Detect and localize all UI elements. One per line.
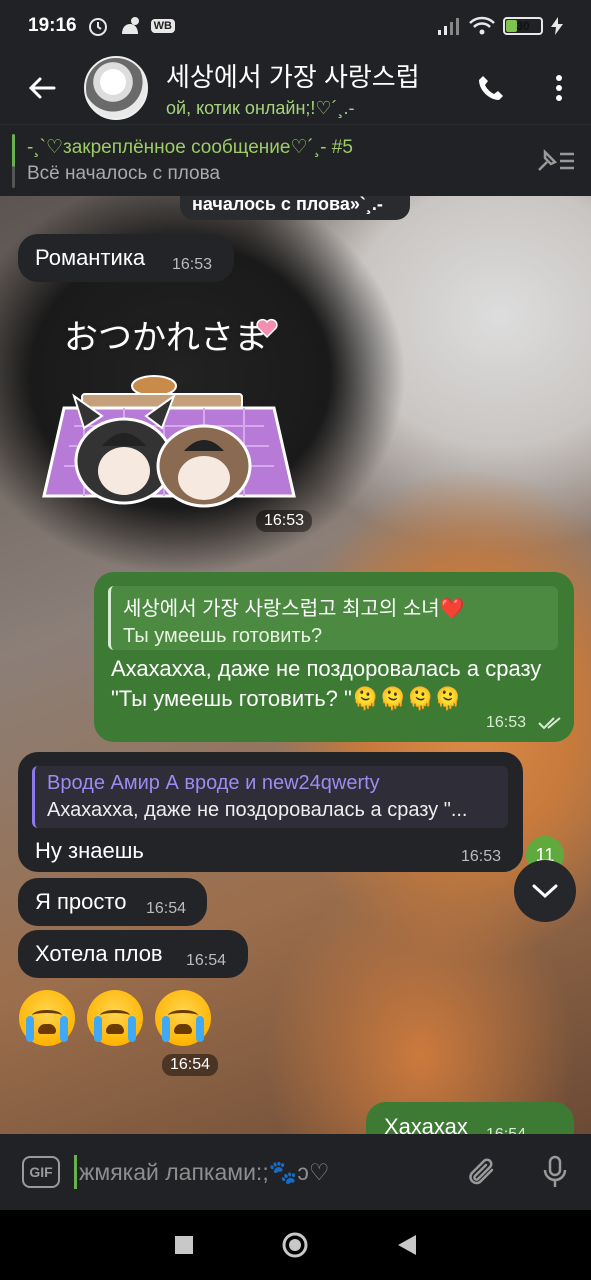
signal-icon bbox=[438, 18, 459, 35]
attach-button[interactable] bbox=[447, 1156, 519, 1188]
paperclip-icon bbox=[469, 1158, 494, 1185]
message-text: Романтика bbox=[35, 245, 146, 270]
crying-emoji-icon[interactable] bbox=[87, 990, 143, 1046]
message-bubble[interactable]: Вроде Амир А вроде и new24qwerty Ахахахх… bbox=[18, 752, 523, 872]
pinned-indicator bbox=[12, 133, 15, 188]
message-bubble[interactable]: Романтика 16:53 bbox=[18, 234, 234, 282]
crying-emoji-icon[interactable] bbox=[19, 990, 75, 1046]
heart-icon bbox=[256, 318, 278, 338]
message-bubble[interactable]: 세상에서 가장 사랑스럽고 최고의 소녀❤️ Ты умеешь готовит… bbox=[94, 572, 574, 742]
pinned-preview-bubble[interactable]: началось с плова»`¸.- bbox=[180, 196, 410, 220]
chevron-down-icon bbox=[532, 884, 558, 899]
microphone-icon bbox=[543, 1155, 567, 1187]
double-check-icon bbox=[538, 717, 561, 730]
reply-text: Ты умеешь готовить? bbox=[123, 625, 323, 647]
message-text: Хотела плов bbox=[35, 941, 163, 966]
wifi-icon bbox=[469, 16, 495, 35]
chat-status: ой, котик онлайн;!♡´¸.- bbox=[166, 98, 355, 118]
back-button[interactable] bbox=[0, 52, 84, 124]
pinned-subtitle: Всё началось с плова bbox=[27, 163, 221, 184]
back-triangle-icon[interactable] bbox=[398, 1235, 417, 1255]
emoji-message-time: 16:54 bbox=[162, 1054, 219, 1076]
chat-area[interactable]: началось с плова»`¸.- Романтика 16:53 おつ… bbox=[0, 196, 591, 1134]
message-time: 16:53 bbox=[172, 256, 213, 273]
avatar[interactable] bbox=[84, 56, 148, 120]
scroll-down-button[interactable] bbox=[514, 860, 576, 922]
system-navigation-bar bbox=[0, 1210, 591, 1280]
message-bubble[interactable]: Хахахах 16:54 bbox=[366, 1102, 574, 1134]
message-input[interactable]: жмякай лапками:;🐾ↄ♡ bbox=[79, 1159, 447, 1186]
message-bubble[interactable]: Я просто 16:54 bbox=[18, 878, 207, 926]
reply-quote[interactable]: 세상에서 가장 사랑스럽고 최고의 소녀❤️ Ты умеешь готовит… bbox=[108, 586, 558, 650]
wb-app-icon: WB bbox=[150, 19, 175, 33]
phone-icon bbox=[479, 76, 503, 100]
sticker-caption: おつかれさま bbox=[64, 319, 268, 357]
alarm-icon bbox=[88, 18, 107, 36]
kotatsu-girls-illustration bbox=[42, 375, 296, 508]
cat-icon bbox=[121, 17, 139, 34]
home-circle-icon[interactable] bbox=[282, 1232, 308, 1258]
message-time: 16:54 bbox=[146, 900, 187, 917]
more-menu-button[interactable] bbox=[527, 52, 591, 124]
reply-author: Вроде Амир А вроде и new24qwerty bbox=[47, 772, 380, 794]
message-input-bar: GIF жмякай лапками:;🐾ↄ♡ bbox=[0, 1134, 591, 1210]
message-bubble[interactable]: Хотела плов 16:54 bbox=[18, 930, 248, 978]
arrow-back-icon bbox=[28, 77, 56, 99]
charging-icon bbox=[551, 17, 563, 35]
pinned-title: -¸`♡закреплённое сообщение♡´¸- #5 bbox=[27, 137, 353, 158]
reply-text: Ахахахха, даже не поздоровалась а сразу … bbox=[47, 799, 468, 821]
recents-square-icon[interactable] bbox=[174, 1236, 193, 1254]
sticker[interactable]: おつかれさま 16:53 bbox=[24, 296, 314, 536]
battery-icon: 30 bbox=[503, 17, 543, 35]
more-vertical-icon bbox=[556, 75, 562, 101]
reply-author: 세상에서 가장 사랑스럽고 최고의 소녀❤️ bbox=[123, 598, 465, 620]
call-button[interactable] bbox=[455, 52, 527, 124]
pinned-message-bar[interactable]: -¸`♡закреплённое сообщение♡´¸- #5 Всё на… bbox=[0, 124, 591, 196]
message-time: 16:54 bbox=[486, 1126, 526, 1134]
status-bar: 19:16 WB 30 bbox=[0, 0, 591, 52]
chat-title-block[interactable]: 세상에서 가장 사랑스럽 ой, котик онлайн;!♡´¸.- bbox=[166, 57, 455, 119]
message-time: 16:53 bbox=[486, 714, 527, 731]
pinned-preview-text: началось с плова»`¸.- bbox=[192, 196, 383, 214]
message-text: Хахахах bbox=[384, 1114, 468, 1134]
text-cursor bbox=[74, 1155, 77, 1189]
message-text: Ахахахха, даже не поздоровалась а сразу … bbox=[111, 656, 542, 711]
crying-emoji-icon[interactable] bbox=[155, 990, 211, 1046]
clock: 19:16 bbox=[28, 15, 77, 36]
chat-title: 세상에서 가장 사랑스럽 bbox=[166, 62, 420, 92]
message-time: 16:54 bbox=[186, 952, 227, 969]
sticker-time: 16:53 bbox=[256, 510, 313, 532]
pin-list-icon bbox=[538, 148, 574, 171]
gif-button[interactable]: GIF bbox=[22, 1156, 60, 1188]
message-time: 16:53 bbox=[461, 848, 502, 865]
pinned-list-button[interactable] bbox=[521, 148, 591, 174]
message-text: Я просто bbox=[35, 889, 127, 914]
message-text: Ну знаешь bbox=[35, 838, 144, 863]
reply-quote[interactable]: Вроде Амир А вроде и new24qwerty Ахахахх… bbox=[32, 766, 508, 828]
chat-header: 세상에서 가장 사랑스럽 ой, котик онлайн;!♡´¸.- bbox=[0, 52, 591, 124]
voice-button[interactable] bbox=[519, 1155, 591, 1189]
